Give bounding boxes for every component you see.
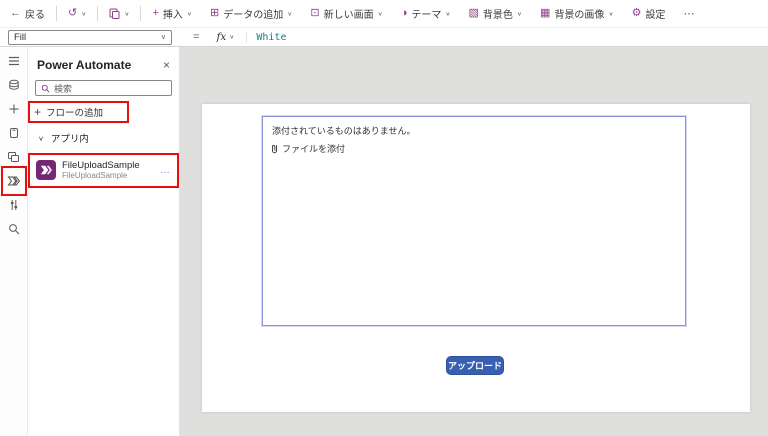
theme-icon: ◑ <box>400 7 408 19</box>
chevron-down-icon: ∨ <box>38 134 44 142</box>
section-label: アプリ内 <box>50 134 89 145</box>
media-icon <box>8 127 20 139</box>
section-in-app[interactable]: ∨ アプリ内 <box>28 123 179 151</box>
toolbar-divider <box>140 6 142 21</box>
power-automate-tab[interactable] <box>0 166 28 196</box>
clipboard-icon <box>109 8 120 19</box>
upload-button[interactable]: アップロード <box>446 356 504 375</box>
more-icon: ⋯ <box>683 8 696 20</box>
back-arrow-icon: ← <box>10 7 21 19</box>
insert-tab[interactable] <box>0 97 28 121</box>
background-image-button[interactable]: ▦ 背景の画像 ∨ <box>538 4 616 23</box>
screens-tab[interactable] <box>0 145 28 169</box>
new-screen-label: 新しい画面 <box>323 10 374 21</box>
variables-icon <box>8 199 20 211</box>
flow-list-item[interactable]: FileUploadSample FileUploadSample … <box>30 155 177 186</box>
new-screen-icon: ⊡ <box>310 7 320 19</box>
back-label: 戻る <box>25 10 45 21</box>
theme-button[interactable]: ◑ テーマ ∨ <box>399 4 453 23</box>
insert-label: 挿入 <box>162 10 183 21</box>
equals-sign: = <box>193 31 200 43</box>
formula-bar: Fill ∨ = fx ∨ White <box>0 28 768 47</box>
chevron-down-icon: ∨ <box>81 11 87 17</box>
new-screen-button[interactable]: ⊡ 新しい画面 ∨ <box>308 4 384 23</box>
chevron-down-icon: ∨ <box>124 11 130 17</box>
power-automate-logo-icon <box>36 160 56 181</box>
chevron-down-icon: ∨ <box>445 11 451 17</box>
add-flow-label: フローの追加 <box>46 108 104 119</box>
chevron-down-icon: ∨ <box>516 11 523 17</box>
flow-name: FileUploadSample <box>62 160 140 171</box>
attach-file-link[interactable]: ファイルを添付 <box>271 142 345 155</box>
background-color-icon: ▧ <box>468 7 479 19</box>
search-icon <box>8 223 20 235</box>
search-icon <box>41 84 50 93</box>
attach-file-label: ファイルを添付 <box>282 144 346 154</box>
theme-label: テーマ <box>411 10 442 21</box>
top-toolbar: ← 戻る ↺ ∨ ∨ + 挿入 ∨ ⊞ データの追加 ∨ ⊡ 新しい画面 ∨ ◑… <box>0 0 768 28</box>
settings-label: 設定 <box>645 10 666 21</box>
back-button[interactable]: ← 戻る <box>8 4 47 23</box>
chevron-down-icon: ∨ <box>377 11 383 17</box>
background-image-icon: ▦ <box>540 7 551 19</box>
plus-icon: + <box>34 105 42 119</box>
insert-plus-icon <box>8 103 20 115</box>
flow-subtitle: FileUploadSample <box>62 171 128 181</box>
data-tab[interactable] <box>0 73 28 97</box>
chevron-down-icon: ∨ <box>287 11 293 17</box>
background-image-label: 背景の画像 <box>554 10 605 21</box>
chevron-down-icon: ∨ <box>229 34 235 41</box>
fx-icon: fx <box>216 31 227 43</box>
chevron-down-icon: ∨ <box>186 11 193 17</box>
toolbar-overflow-button[interactable]: ⋯ <box>681 5 697 22</box>
attachment-empty-text: 添付されているものはありません。 <box>272 126 416 136</box>
media-tab[interactable] <box>0 121 28 145</box>
background-color-label: 背景色 <box>482 10 513 21</box>
canvas-area: 添付されているものはありません。 ファイルを添付 アップロード <box>180 47 768 436</box>
insert-plus-icon: + <box>152 7 159 19</box>
left-rail <box>0 47 28 436</box>
fx-dropdown[interactable]: fx ∨ <box>212 31 238 43</box>
undo-button[interactable]: ↺ ∨ <box>66 6 88 21</box>
power-automate-icon <box>7 175 20 187</box>
property-name: Fill <box>14 31 27 43</box>
paperclip-icon <box>271 144 279 154</box>
add-flow-button[interactable]: + フローの追加 <box>34 105 123 119</box>
settings-button[interactable]: ⚙ 設定 <box>630 4 668 23</box>
toolbar-divider <box>97 6 99 21</box>
variables-tab[interactable] <box>0 193 28 217</box>
chevron-down-icon: ∨ <box>160 34 166 41</box>
add-data-button[interactable]: ⊞ データの追加 ∨ <box>208 4 294 23</box>
tree-view-tab[interactable] <box>0 49 28 73</box>
gear-icon: ⚙ <box>631 7 642 19</box>
formula-input[interactable]: White <box>246 31 286 43</box>
more-icon[interactable]: … <box>160 165 173 176</box>
add-data-label: データの追加 <box>223 10 284 21</box>
background-color-button[interactable]: ▧ 背景色 ∨ <box>467 4 525 23</box>
insert-button[interactable]: + 挿入 ∨ <box>150 4 194 23</box>
attachment-control[interactable]: 添付されているものはありません。 ファイルを添付 <box>262 116 686 326</box>
clipboard-button[interactable]: ∨ <box>107 6 131 21</box>
toolbar-divider <box>56 6 57 21</box>
annotation-box-flow-item: FileUploadSample FileUploadSample … <box>28 153 179 188</box>
chevron-down-icon: ∨ <box>608 11 614 17</box>
undo-icon: ↺ <box>68 7 78 19</box>
data-icon <box>8 79 20 91</box>
screens-icon <box>7 151 20 163</box>
close-icon[interactable]: × <box>163 59 170 71</box>
app-screen[interactable]: 添付されているものはありません。 ファイルを添付 アップロード <box>202 104 750 412</box>
tree-view-icon <box>8 55 20 67</box>
search-tab[interactable] <box>0 217 28 241</box>
power-automate-panel: Power Automate × 検索 + フローの追加 ∨ アプリ内 File… <box>28 47 180 436</box>
search-placeholder: 検索 <box>54 83 73 94</box>
add-data-icon: ⊞ <box>210 7 220 19</box>
search-input[interactable]: 検索 <box>35 80 172 96</box>
property-selector[interactable]: Fill ∨ <box>8 29 172 45</box>
panel-title: Power Automate <box>37 58 132 72</box>
annotation-box-add-flow: + フローの追加 <box>28 101 129 123</box>
